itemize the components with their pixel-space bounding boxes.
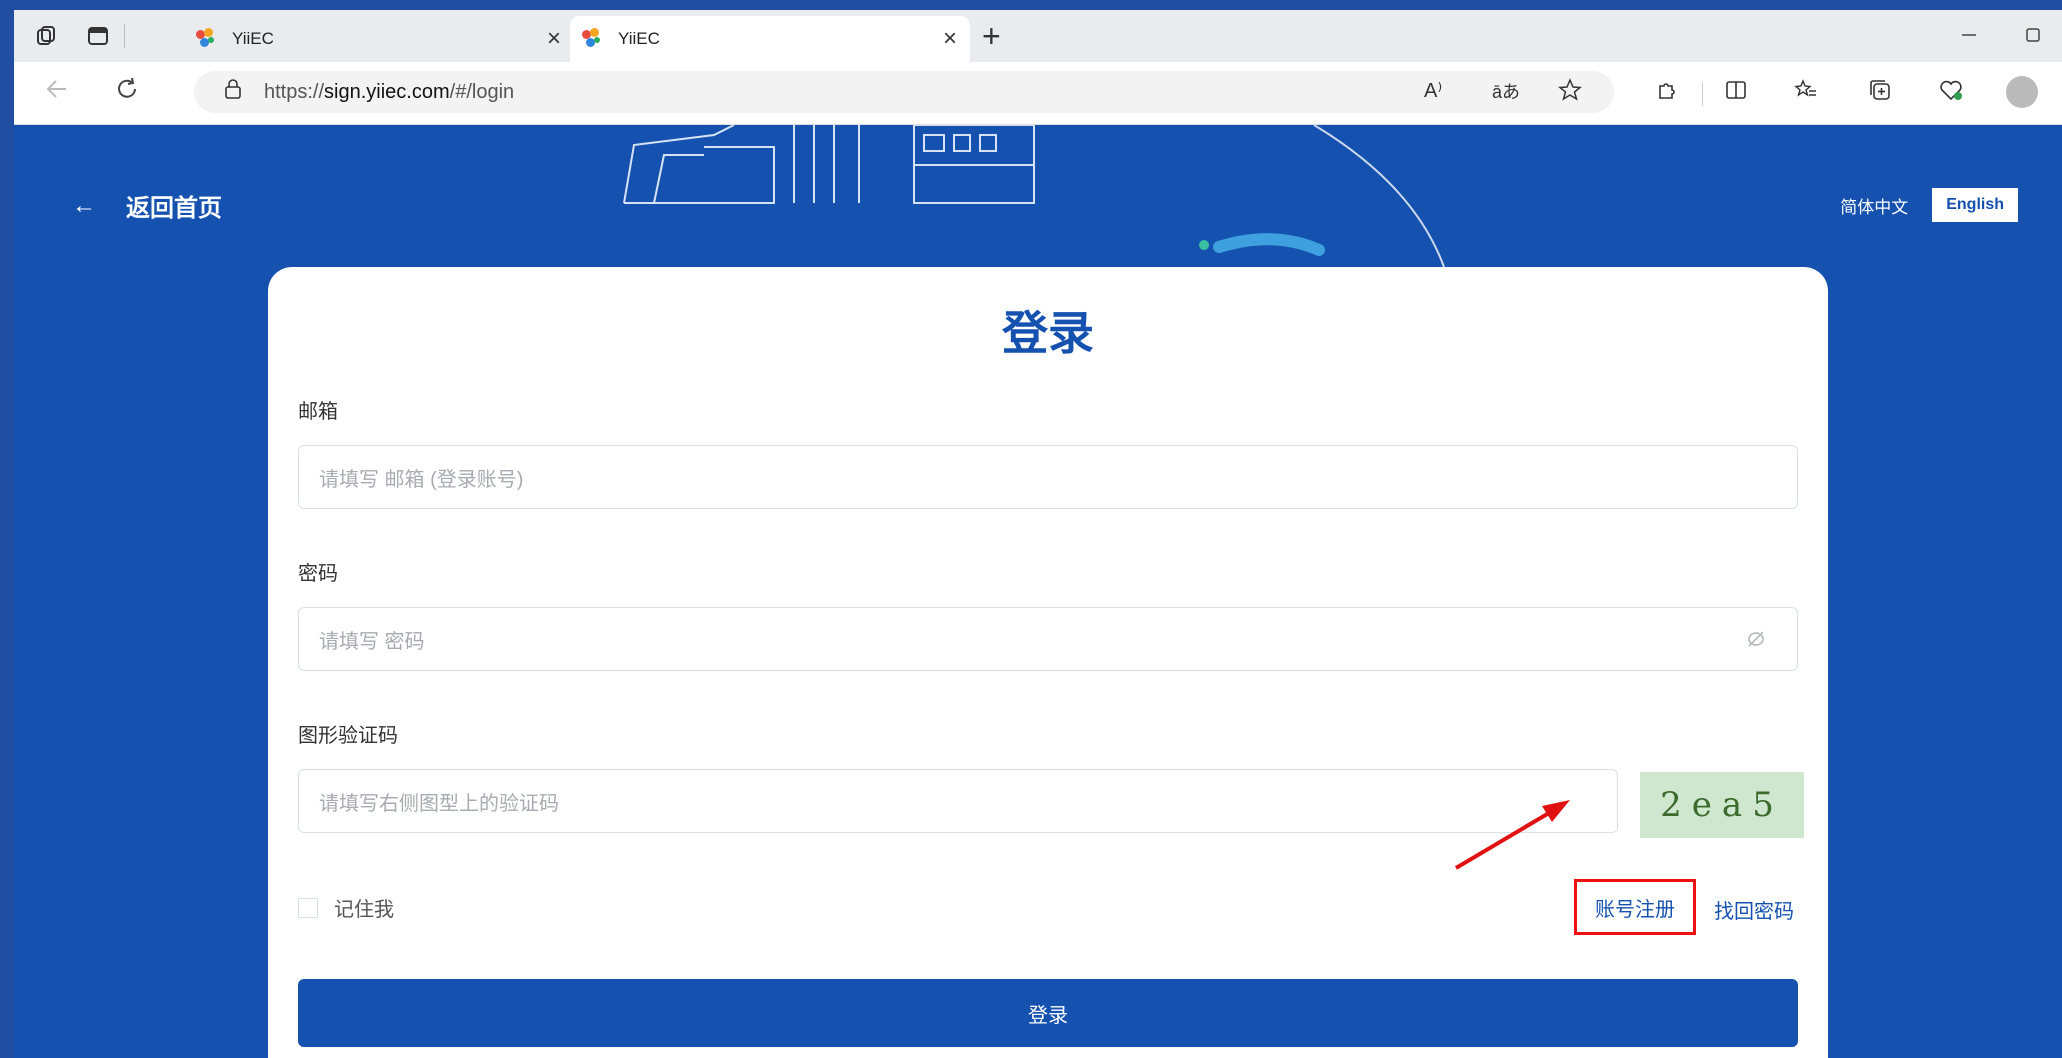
url-prefix: https:// xyxy=(264,80,325,103)
login-page: ← 返回首页 简体中文 English 登录 邮箱 请填写 邮箱 (登录账号) … xyxy=(14,125,2062,1058)
password-field[interactable]: 请填写 密码 xyxy=(298,607,1798,671)
url-path: /#/login xyxy=(449,80,515,103)
login-submit-label: 登录 xyxy=(1028,1004,1068,1027)
left-arrow-icon: ← xyxy=(72,191,96,219)
tab-divider xyxy=(124,24,125,48)
split-screen-icon[interactable] xyxy=(1724,78,1748,108)
tab-close-icon[interactable]: × xyxy=(534,25,574,53)
maximize-icon[interactable] xyxy=(2024,24,2042,50)
language-switcher: 简体中文 English xyxy=(1840,188,2062,222)
lang-en-button[interactable]: English xyxy=(1932,188,2018,222)
remember-me-label: 记住我 xyxy=(334,899,394,921)
extensions-icon[interactable] xyxy=(1654,78,1678,108)
url-text[interactable]: https://sign.yiiec.com/#/login xyxy=(264,81,514,104)
login-card: 登录 邮箱 请填写 邮箱 (登录账号) 密码 请填写 密码 图形验证码 请填写右… xyxy=(268,267,1828,1058)
tab-close-icon[interactable]: × xyxy=(930,25,970,53)
captcha-image[interactable]: 2ea5 xyxy=(1640,772,1804,838)
hide-password-icon[interactable] xyxy=(1745,628,1767,656)
url-bar[interactable]: https://sign.yiiec.com/#/login xyxy=(194,71,1614,113)
yiiec-favicon-icon xyxy=(196,28,218,50)
captcha-placeholder: 请填写右侧图型上的验证码 xyxy=(319,792,559,815)
lang-zh-button[interactable]: 简体中文 xyxy=(1840,193,1908,218)
refresh-icon[interactable] xyxy=(114,76,140,109)
back-home-label: 返回首页 xyxy=(126,195,222,222)
tab-yiiec-2[interactable]: YiiEC × xyxy=(570,16,970,62)
tab-actions-icon[interactable] xyxy=(84,22,112,50)
new-tab-button[interactable]: + xyxy=(982,18,1001,55)
tab-yiiec-1[interactable]: YiiEC × xyxy=(184,16,574,62)
password-placeholder: 请填写 密码 xyxy=(319,630,425,653)
workspaces-icon[interactable] xyxy=(32,22,60,50)
captcha-label: 图形验证码 xyxy=(298,725,398,747)
minimize-icon[interactable] xyxy=(1960,24,1978,50)
tab-title: YiiEC xyxy=(618,29,660,48)
read-aloud-icon[interactable]: A⁾ xyxy=(1424,78,1442,103)
tab-bar: YiiEC × YiiEC × + xyxy=(14,10,2062,62)
remember-me-checkbox[interactable]: 记住我 xyxy=(298,893,394,922)
checkbox-box[interactable] xyxy=(298,897,318,918)
login-title: 登录 xyxy=(1002,307,1094,359)
browser-essentials-icon[interactable] xyxy=(1938,78,1964,108)
email-field[interactable]: 请填写 邮箱 (登录账号) xyxy=(298,445,1798,509)
login-submit-button[interactable]: 登录 xyxy=(298,979,1798,1047)
captcha-field[interactable]: 请填写右侧图型上的验证码 xyxy=(298,769,1618,833)
address-bar-row: https://sign.yiiec.com/#/login A⁾ āあ xyxy=(14,62,2062,125)
toolbar-divider xyxy=(1702,82,1703,106)
tab-title: YiiEC xyxy=(232,29,274,48)
browser-window: YiiEC × YiiEC × + https://sign.yiiec.com… xyxy=(14,10,2062,1058)
favorite-star-icon[interactable] xyxy=(1558,78,1582,108)
back-home-link[interactable]: ← 返回首页 xyxy=(72,188,222,223)
favorites-list-icon[interactable] xyxy=(1794,78,1818,108)
forgot-password-link[interactable]: 找回密码 xyxy=(1714,895,1794,924)
profile-avatar[interactable] xyxy=(2006,76,2038,108)
back-arrow-icon[interactable] xyxy=(44,76,70,109)
screenshot-frame: YiiEC × YiiEC × + https://sign.yiiec.com… xyxy=(0,0,2062,1058)
lock-icon[interactable] xyxy=(224,79,242,105)
url-host: sign.yiiec.com xyxy=(324,80,450,103)
yiiec-favicon-icon xyxy=(582,28,604,50)
register-link[interactable]: 账号注册 xyxy=(1574,879,1696,935)
password-label: 密码 xyxy=(298,563,338,585)
collections-icon[interactable] xyxy=(1868,78,1892,108)
register-link-label: 账号注册 xyxy=(1595,898,1675,921)
email-label: 邮箱 xyxy=(298,401,338,423)
translate-icon[interactable]: āあ xyxy=(1492,78,1520,104)
email-placeholder: 请填写 邮箱 (登录账号) xyxy=(319,468,524,491)
